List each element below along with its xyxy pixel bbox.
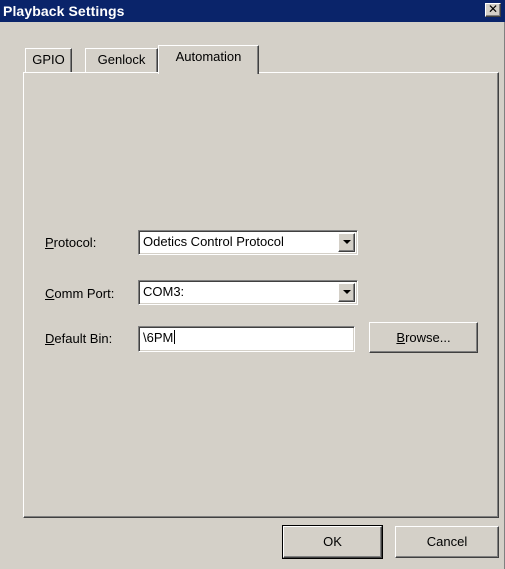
close-button[interactable]: ✕ <box>485 3 501 17</box>
ok-button[interactable]: OK <box>282 525 383 559</box>
tab-genlock[interactable]: Genlock <box>85 48 158 72</box>
cancel-button[interactable]: Cancel <box>395 526 499 558</box>
playback-settings-dialog: Playback Settings ✕ GPIO Genlock Automat… <box>0 0 505 569</box>
tab-automation[interactable]: Automation <box>158 45 259 74</box>
tab-automation-label: Automation <box>175 49 242 64</box>
tab-gpio[interactable]: GPIO <box>25 48 72 72</box>
close-icon: ✕ <box>487 2 499 16</box>
window-title: Playback Settings <box>3 3 125 19</box>
cancel-button-label: Cancel <box>426 534 468 549</box>
tab-genlock-label: Genlock <box>97 52 146 67</box>
automation-panel <box>23 72 499 518</box>
tab-gpio-label: GPIO <box>32 52 65 67</box>
title-bar[interactable]: Playback Settings ✕ <box>0 0 505 22</box>
ok-button-label: OK <box>323 534 342 549</box>
